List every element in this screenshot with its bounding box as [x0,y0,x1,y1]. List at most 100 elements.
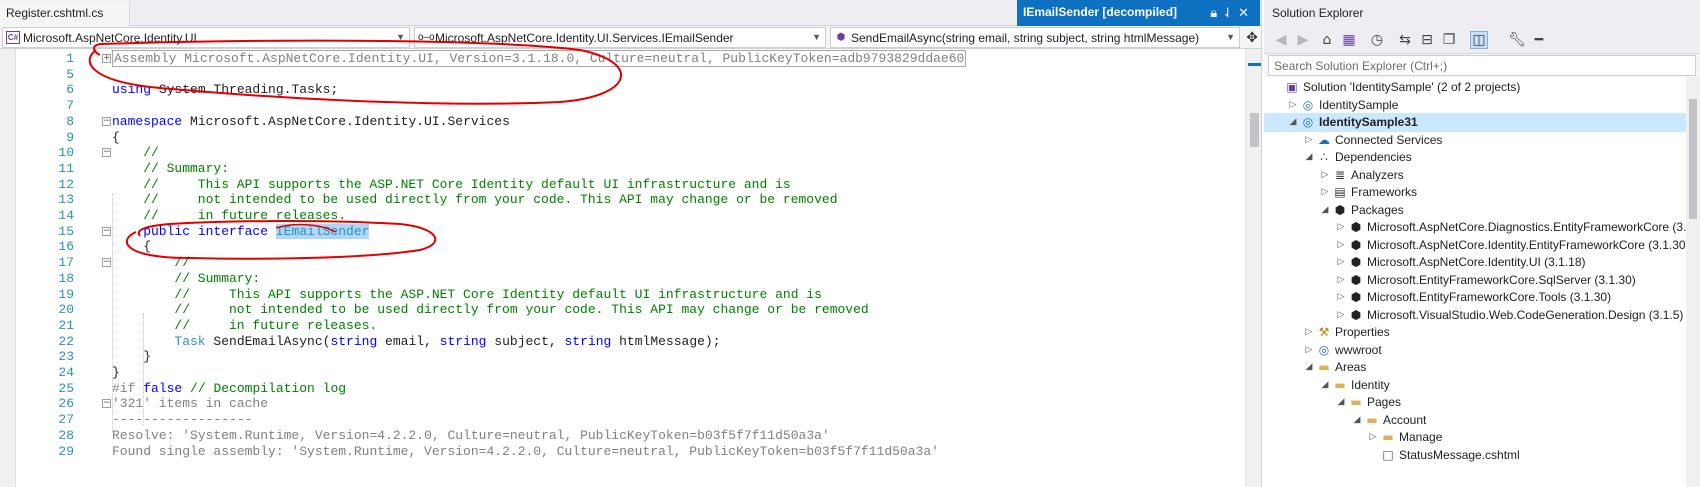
line-number: 14 [58,208,74,223]
code-token: Microsoft.AspNetCore.Identity.UI.Service… [182,113,510,129]
tree-item-label: IdentitySample31 [1319,115,1418,129]
code-line: 14 // in future releases. [0,207,1245,224]
tree-item[interactable]: ◢ ⬢ Packages [1264,201,1700,220]
tree-item[interactable]: ▷ ≣ Analyzers [1264,166,1700,185]
show-all-files-icon[interactable]: ❐ [1440,31,1458,49]
preview-icon[interactable]: ◫ [1470,31,1488,49]
tree-item[interactable]: ▷ ◎ wwwroot [1264,341,1700,360]
collapsed-caret-icon[interactable]: ▷ [1304,341,1314,360]
tree-item[interactable]: ▷ ☁ Connected Services [1264,131,1700,150]
tree-item[interactable]: ▣ Solution 'IdentitySample' (2 of 2 proje… [1264,78,1700,97]
forward-icon[interactable]: ▶ [1294,31,1312,49]
code-line: 21 // in future releases. [0,317,1245,334]
tree-item[interactable]: ▷ ▬ Manage [1264,428,1700,447]
expanded-caret-icon[interactable]: ◢ [1304,358,1314,377]
collapsed-caret-icon[interactable]: ▷ [1288,96,1298,115]
code-line: 24} [0,364,1245,381]
scrollbar-thumb[interactable] [1689,99,1697,219]
history-icon[interactable]: ◷ [1368,31,1386,49]
tree-item[interactable]: □ StatusMessage.cshtml [1264,446,1700,465]
collapse-outline-icon[interactable]: − [102,399,111,409]
split-window-icon[interactable]: ✥ [1246,29,1258,46]
home-icon[interactable]: ⌂ [1318,31,1336,49]
code-text: // This API supports the ASP.NET Core Id… [143,176,791,193]
switch-views-icon[interactable]: ▦ [1340,31,1358,49]
scrollbar-thumb[interactable] [1250,113,1259,147]
collapsed-caret-icon[interactable]: ▷ [1304,323,1314,342]
tree-item-label: IdentitySample [1319,97,1399,112]
collapse-all-icon[interactable]: ⊟ [1418,31,1436,49]
tree-item[interactable]: ▷ ⬢ Microsoft.EntityFrameworkCore.Tools (3… [1264,288,1700,307]
tree-item[interactable]: ▷ ⚒ Properties [1264,323,1700,342]
tree-item[interactable]: ▷ ▤ Frameworks [1264,183,1700,202]
connected-services-icon: ☁ [1318,132,1330,147]
code-text: ------------------ [112,411,252,428]
tree-item-label: Manage [1399,430,1443,444]
collapsed-caret-icon[interactable]: ▷ [1304,131,1314,150]
expand-outline-icon[interactable]: + [102,54,111,63]
tree-item-label: Connected Services [1335,132,1443,147]
code-line: 27 ------------------ [0,411,1245,428]
code-token: public [143,223,190,239]
collapsed-caret-icon[interactable]: ▷ [1336,271,1346,290]
tree-item[interactable]: ◢ ◎ IdentitySample31 [1264,113,1700,132]
tab-iemailsender-decompiled[interactable]: IEmailSender [decompiled] 🔒︎⇃✕ [1017,0,1260,26]
tree-item[interactable]: ◢ ∴ Dependencies [1264,148,1700,167]
project-dropdown[interactable]: C# Microsoft.AspNetCore.Identity.UI ▼ [2,27,410,48]
tree-item[interactable]: ▷ ⬢ Microsoft.AspNetCore.Identity.UI (3.1.… [1264,253,1700,272]
collapse-outline-icon[interactable]: − [102,258,111,268]
code-text-area[interactable]: 1 + Assembly Microsoft.AspNetCore.Identity… [0,49,1245,487]
solution-tree-scrollbar[interactable] [1686,77,1700,487]
code-line: 12 // This API supports the ASP.NET Core … [0,176,1245,193]
expanded-caret-icon[interactable]: ◢ [1336,393,1346,412]
collapse-outline-icon[interactable]: − [102,148,111,158]
tree-item[interactable]: ▷ ⬢ Microsoft.AspNetCore.Diagnostics.Entit… [1264,218,1700,237]
solution-explorer-search-input[interactable]: Search Solution Explorer (Ctrl+;) [1268,55,1696,76]
collapsed-caret-icon[interactable]: ▷ [1320,183,1330,202]
code-text: Found single assembly: 'System.Runtime, … [112,443,939,460]
collapsed-caret-icon[interactable]: ▷ [1336,288,1346,307]
tree-item[interactable]: ◢ ▬ Pages [1264,393,1700,412]
properties-icon[interactable]: 🔧︎ [1508,31,1526,49]
collapsed-caret-icon[interactable]: ▷ [1320,166,1330,185]
tree-item[interactable]: ◢ ▬ Identity [1264,376,1700,395]
collapse-outline-icon[interactable]: − [102,226,111,236]
member-dropdown[interactable]: ⬢ SendEmailAsync(string email, string su… [830,27,1240,48]
collapse-outline-icon[interactable]: − [102,116,111,126]
tree-item[interactable]: ◢ ▬ Areas [1264,358,1700,377]
expanded-caret-icon[interactable]: ◢ [1288,113,1298,132]
collapsed-caret-icon[interactable]: ▷ [1336,253,1346,272]
code-token: subject, [486,333,565,349]
code-token: string [330,333,378,349]
line-number: 25 [58,380,74,396]
project-dropdown-value: Microsoft.AspNetCore.Identity.UI [23,31,197,45]
tree-item[interactable]: ▷ ⬢ Microsoft.EntityFrameworkCore.SqlServe… [1264,271,1700,290]
solution-explorer-title: Solution Explorer [1264,0,1700,26]
editor-vertical-scrollbar[interactable] [1245,49,1261,487]
nuget-package-icon: ⬢ [1350,237,1362,252]
line-number: 12 [58,176,74,192]
razor-file-icon: □ [1382,447,1394,462]
collapsed-caret-icon[interactable]: ▷ [1336,236,1346,255]
type-dropdown[interactable]: o–o Microsoft.AspNetCore.Identity.UI.Ser… [414,27,826,48]
tree-item[interactable]: ◢ ▬ Account [1264,411,1700,430]
tree-item[interactable]: ▷ ⬢ Microsoft.VisualStudio.Web.CodeGenerat… [1264,306,1700,325]
tab-register-cshtml-cs[interactable]: Register.cshtml.cs [0,2,130,26]
expanded-caret-icon[interactable]: ◢ [1320,376,1330,395]
expanded-caret-icon[interactable]: ◢ [1304,148,1314,167]
expanded-caret-icon[interactable]: ◢ [1352,411,1362,430]
globe-icon: ◎ [1318,342,1330,357]
close-icon[interactable]: ✕ [1238,5,1254,20]
sync-icon[interactable]: ⇆ [1396,31,1414,49]
collapsed-caret-icon[interactable]: ▷ [1336,218,1346,237]
code-token: #if [112,380,144,396]
code-text: namespace Microsoft.AspNetCore.Identity.… [112,113,510,130]
tree-item[interactable]: ▷ ◎ IdentitySample [1264,96,1700,115]
pin-icon[interactable]: ⇃ [1222,5,1238,20]
collapsed-caret-icon[interactable]: ▷ [1368,428,1378,447]
collapsed-caret-icon[interactable]: ▷ [1336,306,1346,325]
tree-item[interactable]: ▷ ⬢ Microsoft.AspNetCore.Identity.EntityFr… [1264,236,1700,255]
pin-icon[interactable]: ━ [1530,31,1548,49]
expanded-caret-icon[interactable]: ◢ [1320,201,1330,220]
back-icon[interactable]: ◀ [1272,31,1290,49]
